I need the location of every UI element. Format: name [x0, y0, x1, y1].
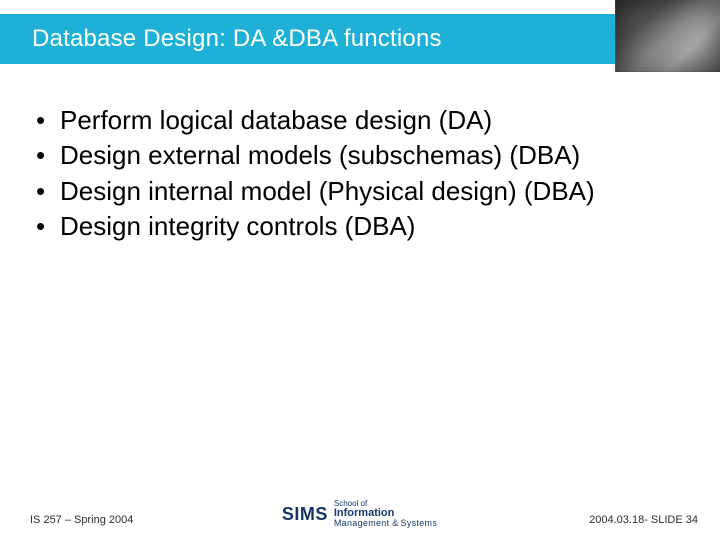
bullet-list: Perform logical database design (DA) Des…	[36, 104, 684, 243]
bullet-item: Design internal model (Physical design) …	[36, 175, 684, 208]
slide-title: Database Design: DA &DBA functions	[0, 25, 442, 53]
title-bar: Database Design: DA &DBA functions	[0, 14, 720, 64]
bullet-item: Perform logical database design (DA)	[36, 104, 684, 137]
slide-body: Perform logical database design (DA) Des…	[36, 104, 684, 245]
corner-decorative-image	[615, 0, 720, 72]
footer-date-slide: 2004.03.18- SLIDE 34	[589, 514, 698, 526]
sims-logo-line3-suffix: Systems	[401, 518, 438, 528]
slide: Database Design: DA &DBA functions Perfo…	[0, 0, 720, 540]
sims-logo-amp: &	[392, 518, 398, 528]
sims-logo: SIMS School of Information Management &S…	[282, 500, 438, 528]
bullet-item: Design integrity controls (DBA)	[36, 210, 684, 243]
sims-logo-text: School of Information Management &System…	[334, 500, 438, 528]
sims-logo-mark: SIMS	[282, 504, 328, 525]
sims-logo-line3-prefix: Management	[334, 518, 390, 528]
bullet-item: Design external models (subschemas) (DBA…	[36, 139, 684, 172]
footer: IS 257 – Spring 2004 SIMS School of Info…	[0, 502, 720, 530]
footer-course-label: IS 257 – Spring 2004	[30, 514, 133, 526]
sims-logo-line3: Management &Systems	[334, 519, 438, 528]
